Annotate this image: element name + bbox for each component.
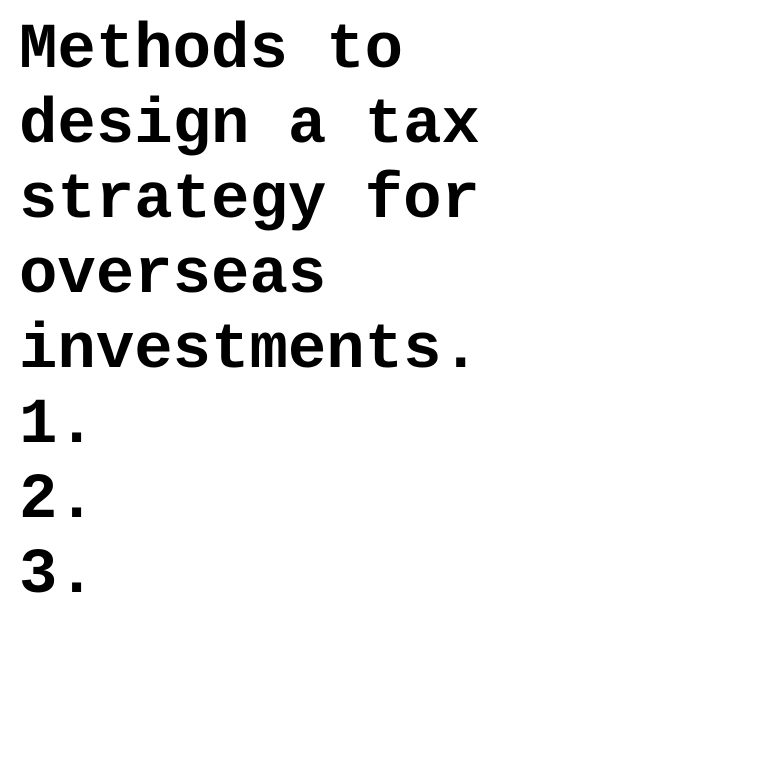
list-item-3: 3.	[19, 540, 96, 612]
title-line-3: strategy for	[19, 165, 480, 237]
document-title: Methods to design a tax strategy for ove…	[19, 14, 749, 389]
title-line-1: Methods to	[19, 15, 404, 87]
list-item-2: 2.	[19, 465, 96, 537]
list-item-1: 1.	[19, 390, 96, 462]
document: Methods to design a tax strategy for ove…	[19, 14, 749, 614]
title-line-5: investments.	[19, 315, 480, 387]
numbered-list: 1. 2. 3.	[19, 389, 749, 614]
title-line-2: design a tax	[19, 90, 480, 162]
title-line-4: overseas	[19, 240, 327, 312]
